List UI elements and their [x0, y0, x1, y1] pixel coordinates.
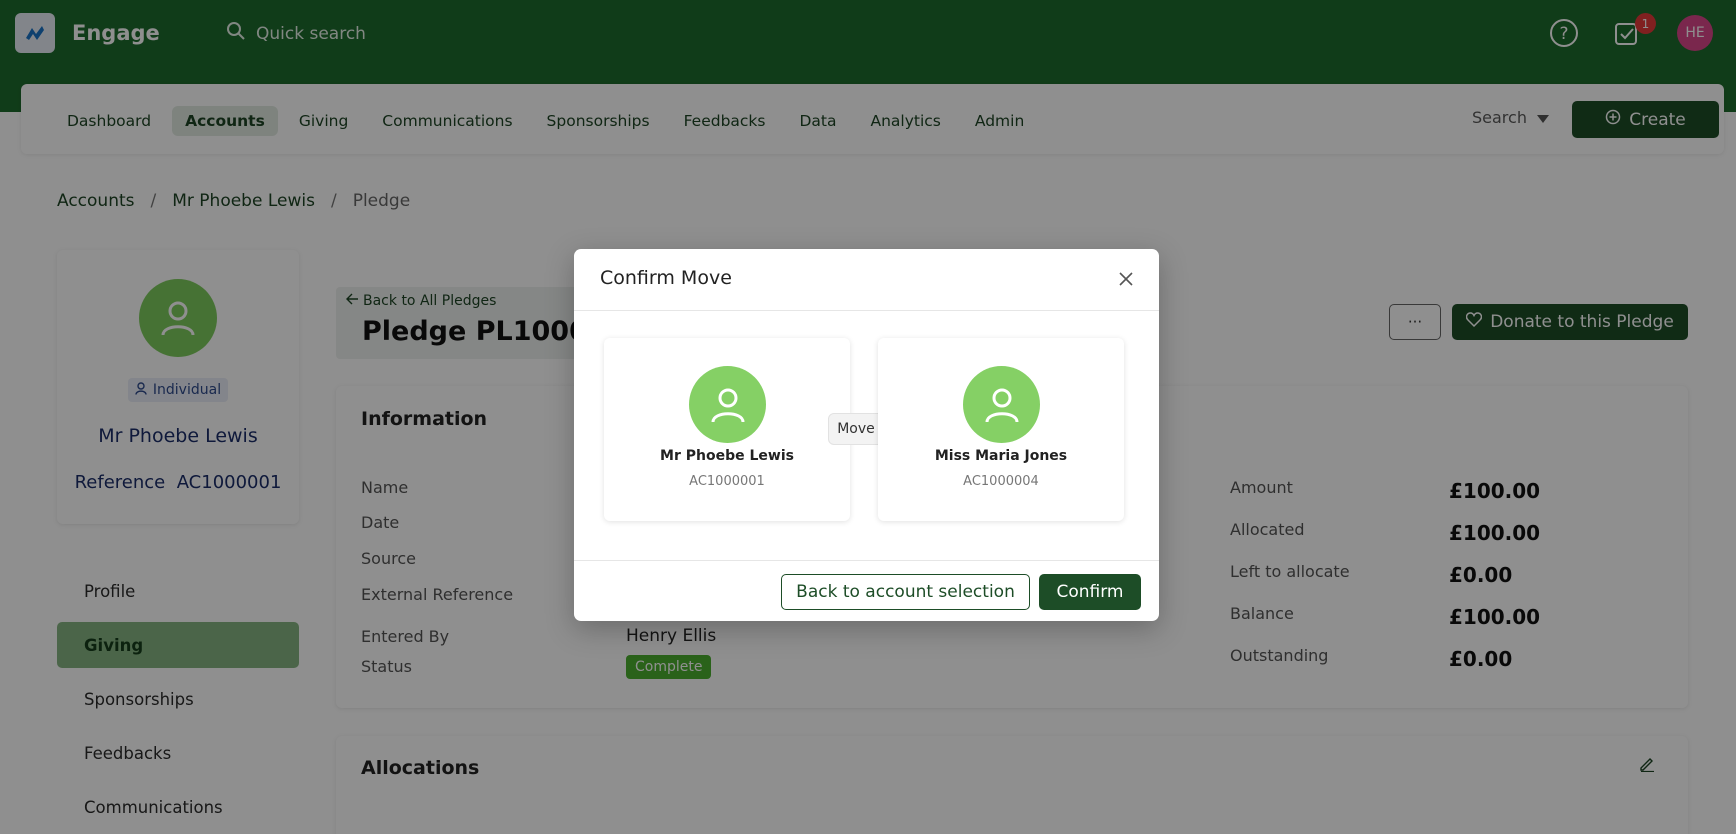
person-icon: [985, 388, 1018, 422]
target-account-card: Miss Maria Jones AC1000004: [878, 338, 1124, 521]
move-label: Move: [837, 421, 875, 437]
target-account-ref: AC1000004: [963, 474, 1039, 489]
dialog-divider: [574, 310, 1159, 311]
confirm-button[interactable]: Confirm: [1039, 574, 1141, 610]
person-icon: [711, 388, 744, 422]
source-account-ref: AC1000001: [689, 474, 765, 489]
source-account-name: Mr Phoebe Lewis: [660, 448, 794, 464]
close-icon[interactable]: [1115, 268, 1137, 290]
confirm-move-dialog: Confirm Move Mr Phoebe Lewis AC1000001 M…: [574, 249, 1159, 621]
source-account-card: Mr Phoebe Lewis AC1000001: [604, 338, 850, 521]
target-account-avatar: [963, 366, 1040, 443]
dialog-title: Confirm Move: [600, 267, 732, 289]
target-account-name: Miss Maria Jones: [934, 448, 1068, 464]
back-to-account-selection-button[interactable]: Back to account selection: [781, 574, 1030, 610]
source-account-avatar: [689, 366, 766, 443]
dialog-divider: [574, 560, 1159, 561]
